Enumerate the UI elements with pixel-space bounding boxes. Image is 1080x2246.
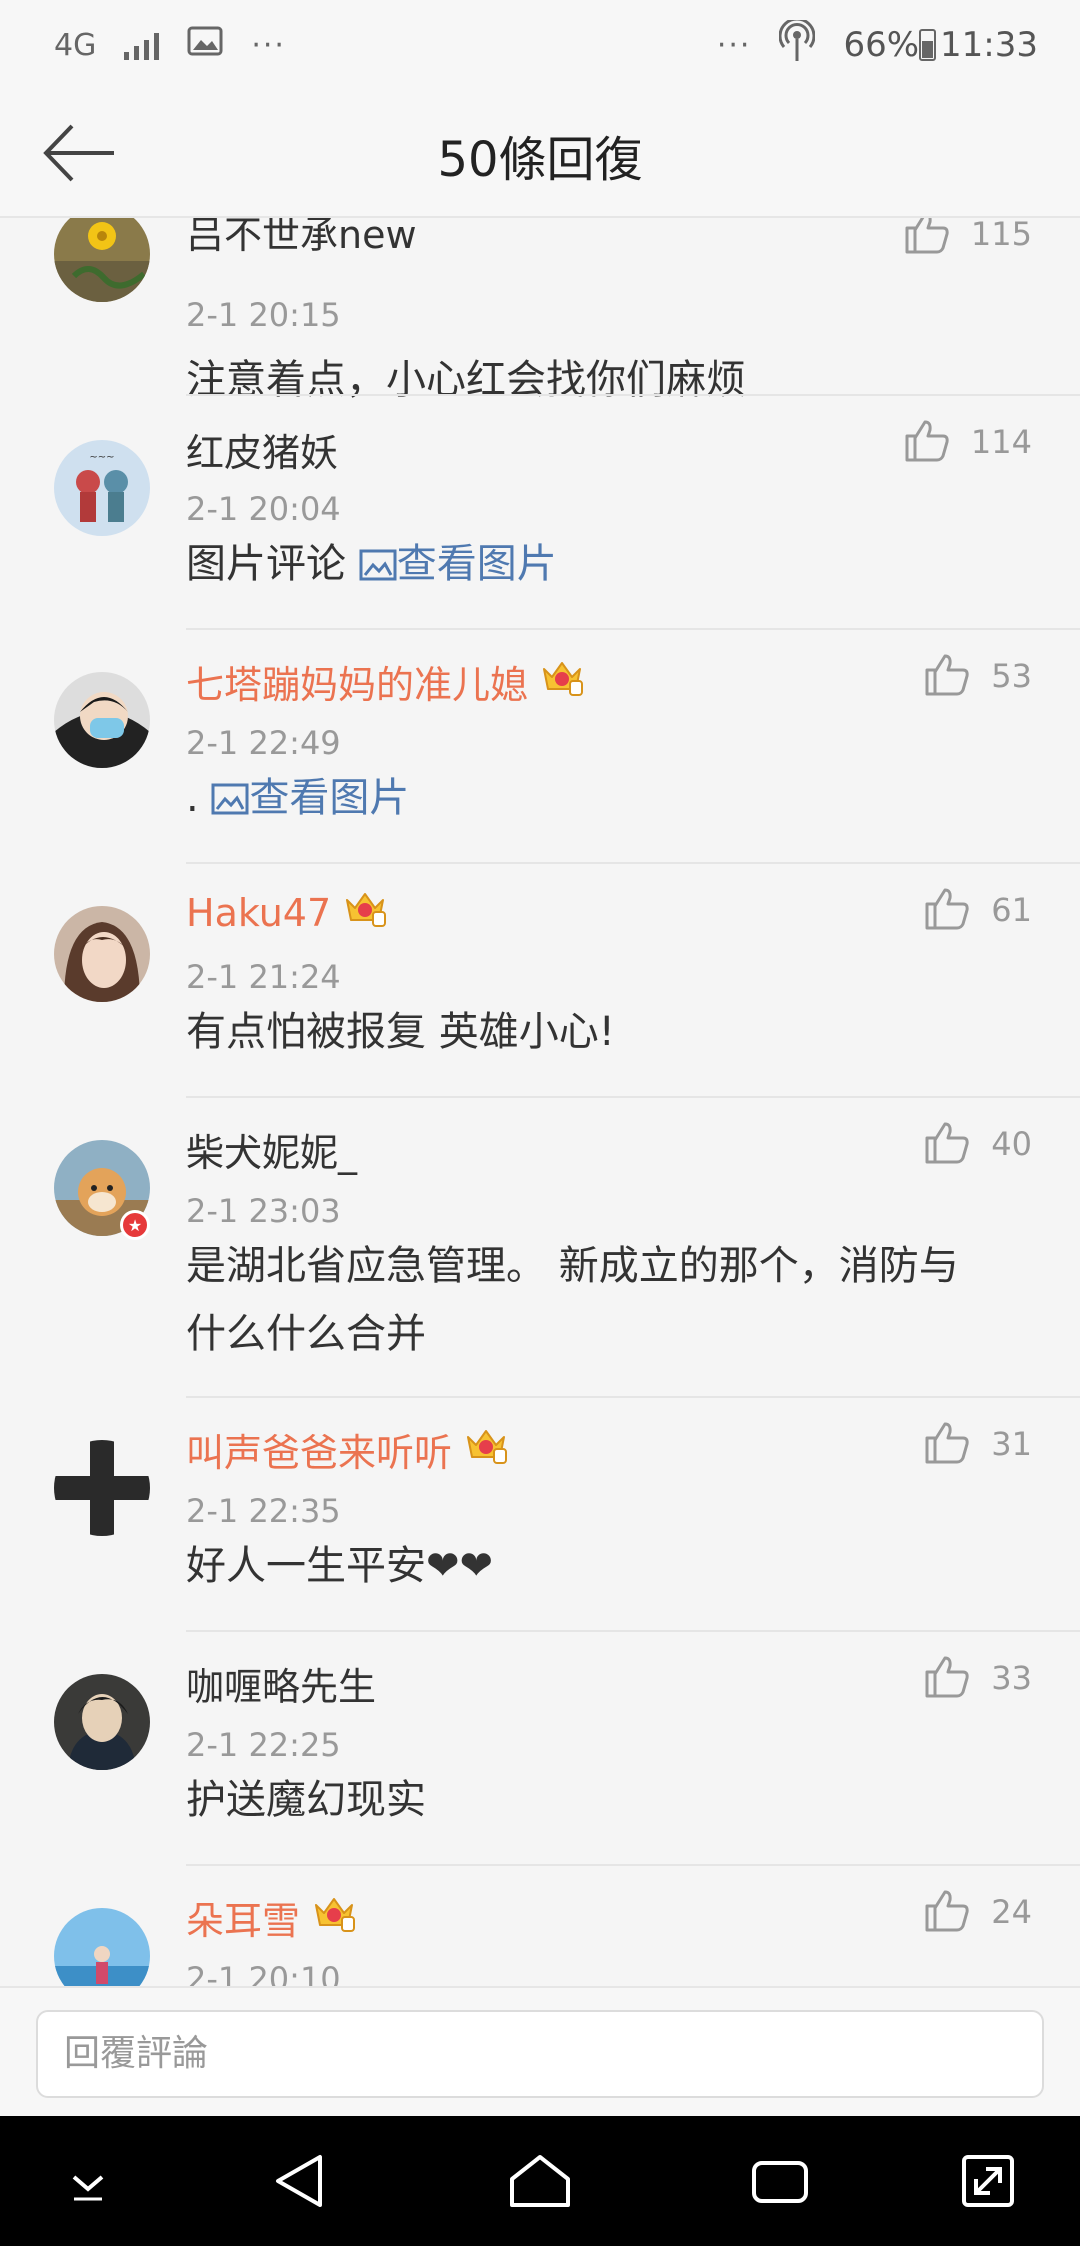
comment-username[interactable]: 吕不世承new <box>186 218 417 259</box>
chevron-down-icon <box>72 2175 104 2201</box>
nav-recents-button[interactable] <box>748 2149 812 2213</box>
like-button[interactable]: 114 <box>903 418 1032 466</box>
thumbs-up-icon <box>923 886 971 934</box>
battery-percent: 66% <box>843 25 920 65</box>
comment-item: 朵耳雪 2-1 20:10 24 <box>0 1866 1080 1986</box>
avatar[interactable] <box>54 672 150 768</box>
comment-item: ★ 柴犬妮妮_ 2-1 23:03 是湖北省应急管理。 新成立的那个，消防与 什… <box>0 1098 1080 1396</box>
more-status-icon: ··· <box>716 27 752 63</box>
comment-username[interactable]: 柴犬妮妮_ <box>186 1122 357 1177</box>
comment-text: 有点怕被报复 英雄小心! <box>186 1009 615 1055</box>
comment-text: 图片评论 查看图片 <box>186 541 557 587</box>
comment-username[interactable]: 朵耳雪 <box>186 1890 356 1945</box>
avatar[interactable] <box>54 906 150 1002</box>
comment-username[interactable]: 叫声爸爸来听听 <box>186 1422 508 1477</box>
like-count: 61 <box>991 891 1032 929</box>
avatar[interactable] <box>54 1674 150 1770</box>
like-count: 24 <box>991 1893 1032 1931</box>
comment-item: 七塔蹦妈妈的准儿媳 2-1 22:49 . 查看图片 53 <box>0 630 1080 862</box>
signal-icon <box>124 30 160 60</box>
comment-time: 2-1 22:35 <box>186 1492 341 1530</box>
svg-text:~~~: ~~~ <box>89 452 114 463</box>
more-notifications-icon: ··· <box>251 27 286 63</box>
thumbs-up-icon <box>903 418 951 466</box>
comment-text: 好人一生平安❤❤ <box>186 1543 494 1589</box>
like-count: 33 <box>991 1659 1032 1697</box>
image-icon <box>211 783 249 815</box>
avatar[interactable]: ~~~ <box>54 440 150 536</box>
avatar[interactable] <box>54 1440 150 1536</box>
home-icon <box>510 2155 570 2207</box>
hide-navbar-button[interactable] <box>56 2149 120 2213</box>
comment-time: 2-1 20:15 <box>186 296 341 334</box>
nav-home-button[interactable] <box>508 2149 572 2213</box>
comment-username[interactable]: 咖喱略先生 <box>186 1656 376 1711</box>
crown-badge-icon <box>464 1425 508 1474</box>
comment-item: 咖喱略先生 2-1 22:25 护送魔幻现实 33 <box>0 1632 1080 1864</box>
like-button[interactable]: 53 <box>923 652 1032 700</box>
thumbs-up-icon <box>923 1654 971 1702</box>
comment-time: 2-1 23:03 <box>186 1192 341 1230</box>
comment-item: ~~~ 红皮猪妖 2-1 20:04 图片评论 查看图片 114 <box>0 396 1080 628</box>
thumbs-up-icon <box>923 1120 971 1168</box>
comment-list[interactable]: 吕不世承new 2-1 20:15 注意着点，小心红会找你们麻烦 115 ~~~… <box>0 218 1080 1986</box>
recents-icon <box>752 2161 808 2203</box>
comment-item: 叫声爸爸来听听 2-1 22:35 好人一生平安❤❤ 31 <box>0 1398 1080 1630</box>
comment-text: . 查看图片 <box>186 775 410 821</box>
comment-text: 是湖北省应急管理。 新成立的那个，消防与 什么什么合并 <box>186 1243 959 1357</box>
like-count: 53 <box>991 657 1032 695</box>
nav-expand-button[interactable] <box>956 2149 1020 2213</box>
reply-bar: 回覆評論 <box>0 1986 1080 2116</box>
comment-time: 2-1 22:25 <box>186 1726 341 1764</box>
crown-badge-icon <box>312 1893 356 1942</box>
thumbs-up-icon <box>923 1420 971 1468</box>
like-button[interactable]: 33 <box>923 1654 1032 1702</box>
like-count: 31 <box>991 1425 1032 1463</box>
like-button[interactable]: 40 <box>923 1120 1032 1168</box>
status-right: ··· 66% 11:33 <box>716 17 1038 71</box>
comment-text: 护送魔幻现实 <box>186 1777 426 1823</box>
crown-badge-icon <box>540 657 584 706</box>
comment-username[interactable]: 七塔蹦妈妈的准儿媳 <box>186 654 584 709</box>
like-button[interactable]: 24 <box>923 1888 1032 1936</box>
comment-username[interactable]: Haku47 <box>186 888 387 937</box>
thumbs-up-icon <box>923 1888 971 1936</box>
view-image-link[interactable]: 查看图片 <box>359 541 557 587</box>
battery-icon <box>919 29 937 61</box>
gallery-notification-icon <box>187 25 223 65</box>
expand-icon <box>962 2155 1014 2207</box>
avatar[interactable] <box>54 218 150 302</box>
like-count: 114 <box>970 423 1032 461</box>
status-bar: 4G ··· ··· 66% 11:33 <box>0 0 1080 90</box>
like-count: 115 <box>970 218 1032 253</box>
network-type: 4G <box>54 27 97 63</box>
thumbs-up-icon <box>923 652 971 700</box>
hotspot-icon <box>779 17 816 71</box>
thumbs-up-icon <box>903 218 951 258</box>
crown-badge-icon <box>343 888 387 937</box>
comment-time: 2-1 20:10 <box>186 1960 341 1986</box>
like-count: 40 <box>991 1125 1032 1163</box>
view-image-link[interactable]: 查看图片 <box>211 775 409 821</box>
reply-input[interactable]: 回覆評論 <box>36 2010 1044 2098</box>
nav-back-button[interactable] <box>270 2149 334 2213</box>
comment-username[interactable]: 红皮猪妖 <box>186 422 338 477</box>
verified-badge: ★ <box>120 1210 150 1240</box>
comment-time: 2-1 21:24 <box>186 958 341 996</box>
status-left: 4G ··· <box>54 25 286 65</box>
comment-item: 吕不世承new 2-1 20:15 注意着点，小心红会找你们麻烦 115 <box>0 218 1080 403</box>
system-navigation-bar <box>0 2116 1080 2246</box>
comment-time: 2-1 22:49 <box>186 724 341 762</box>
comment-time: 2-1 20:04 <box>186 490 341 528</box>
top-bar: 50條回復 <box>0 90 1080 218</box>
avatar[interactable] <box>54 1908 150 1986</box>
like-button[interactable]: 31 <box>923 1420 1032 1468</box>
triangle-back-icon <box>276 2155 322 2207</box>
comment-item: Haku47 2-1 21:24 有点怕被报复 英雄小心! 61 <box>0 864 1080 1096</box>
like-button[interactable]: 61 <box>923 886 1032 934</box>
image-icon <box>359 549 397 581</box>
like-button[interactable]: 115 <box>903 218 1032 258</box>
clock: 11:33 <box>940 25 1038 65</box>
page-title: 50條回復 <box>437 132 643 188</box>
